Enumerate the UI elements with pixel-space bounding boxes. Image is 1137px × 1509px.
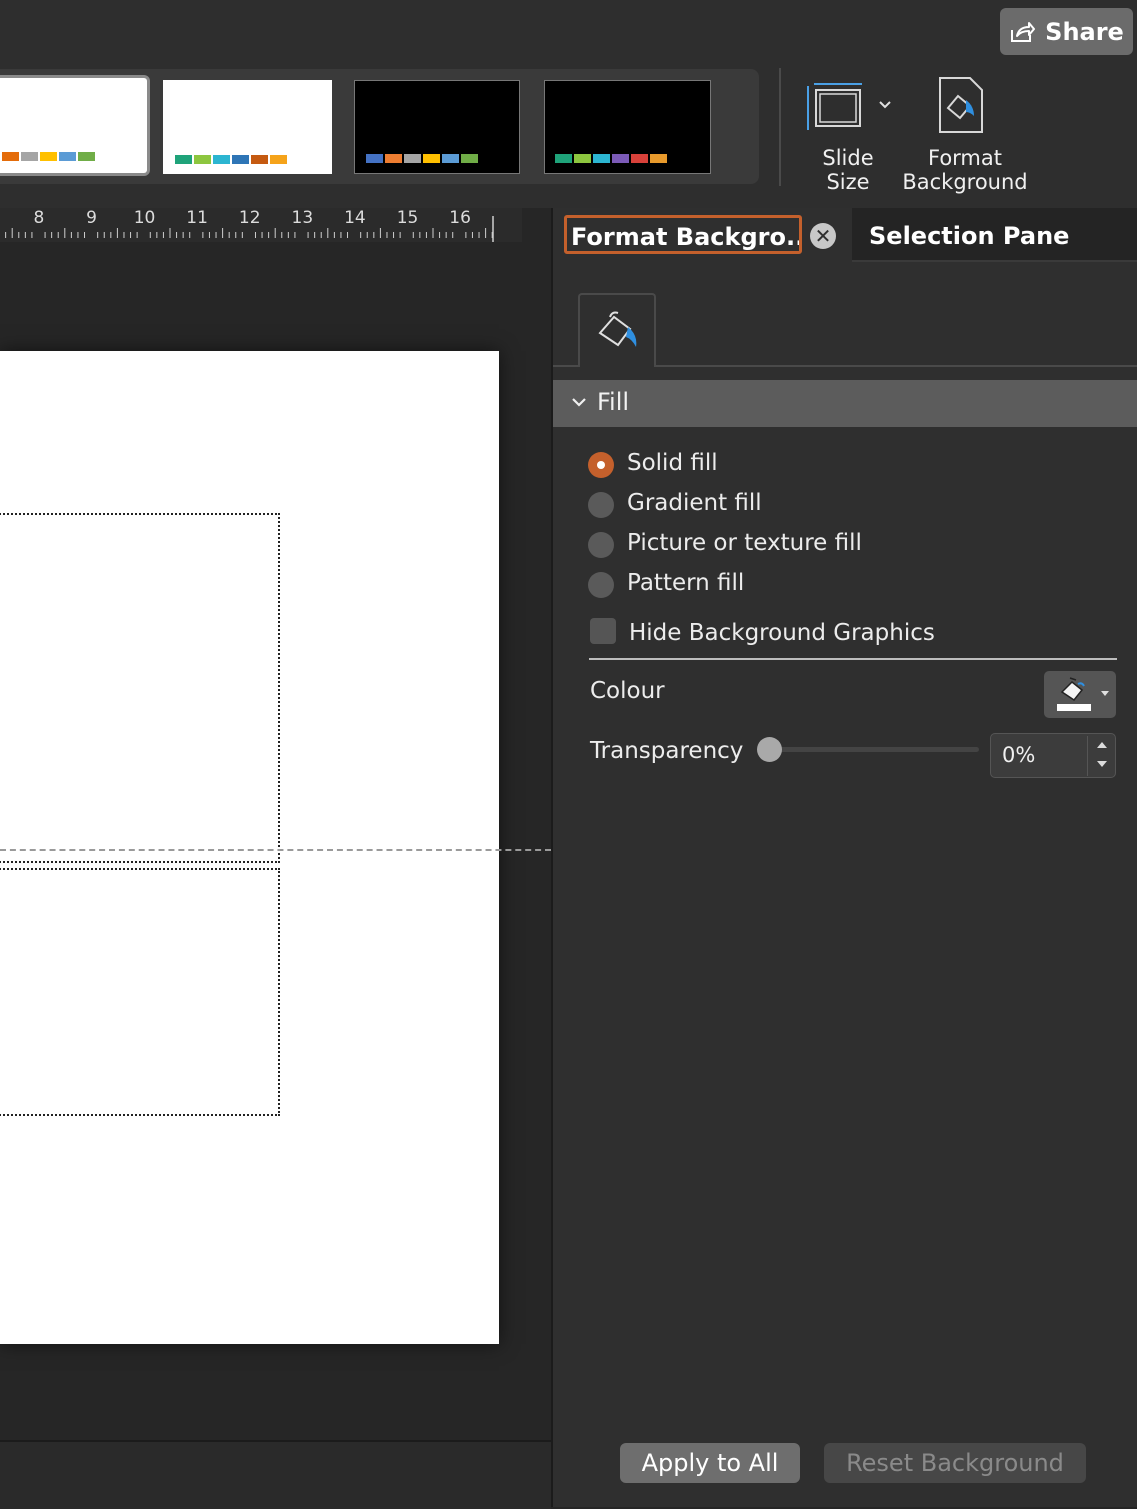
ruler-number: 13 (291, 208, 314, 228)
theme-color-swatch (574, 154, 591, 163)
subtitle-placeholder[interactable] (0, 868, 280, 1116)
format-background-label-line2: Background (902, 170, 1028, 194)
fill-section-title: Fill (597, 388, 630, 416)
theme-color-swatch (59, 152, 76, 161)
stepper-down-icon[interactable] (1096, 760, 1108, 769)
solid-fill-label: Solid fill (627, 450, 718, 476)
theme-color-swatch (650, 154, 667, 163)
theme-color-swatch (2, 152, 19, 161)
title-placeholder[interactable] (0, 513, 280, 863)
theme-color-swatch (194, 155, 211, 164)
hide-background-graphics-label: Hide Background Graphics (629, 620, 935, 646)
gradient-fill-label: Gradient fill (627, 490, 762, 516)
tab-selection-pane[interactable]: Selection Pane (852, 208, 1137, 262)
ruler-number: 14 (344, 208, 366, 228)
share-label: Share (1045, 17, 1124, 46)
apply-to-all-button[interactable]: Apply to All (620, 1443, 800, 1483)
theme-color-swatch (232, 155, 249, 164)
transparency-slider-handle[interactable] (757, 737, 782, 762)
radio-pattern-fill[interactable] (588, 572, 614, 598)
chevron-down-icon (572, 398, 586, 407)
reset-background-button[interactable]: Reset Background (824, 1443, 1086, 1483)
ruler-number: 9 (86, 208, 97, 228)
format-background-icon (939, 77, 983, 133)
theme-thumbnail-2[interactable] (163, 80, 332, 174)
theme-color-swatch (404, 154, 421, 163)
theme-color-swatch (40, 152, 57, 161)
slide-size-icon (807, 83, 862, 130)
section-divider (589, 658, 1117, 660)
paint-bucket-icon (1057, 677, 1091, 711)
canvas-bottom-bar (0, 1440, 551, 1509)
chevron-down-icon (1101, 691, 1109, 696)
format-background-button[interactable]: Format Background (900, 76, 1030, 196)
slide-size-label-line1: Slide (822, 146, 874, 170)
theme-color-swatch (78, 152, 95, 161)
ruler-number: 15 (396, 208, 419, 228)
chevron-down-icon (879, 101, 891, 109)
close-icon[interactable]: ✕ (810, 223, 836, 249)
share-button[interactable]: Share (1000, 8, 1133, 55)
theme-thumbnail-3[interactable] (354, 80, 520, 174)
picture-texture-fill-label: Picture or texture fill (627, 530, 862, 556)
theme-color-swatch (251, 155, 268, 164)
ruler-number: 8 (33, 208, 45, 228)
theme-color-swatch (213, 155, 230, 164)
colour-picker-button[interactable] (1044, 671, 1116, 718)
pattern-fill-label: Pattern fill (627, 570, 745, 596)
theme-color-swatch (593, 154, 610, 163)
hide-background-graphics-checkbox[interactable] (590, 618, 616, 644)
theme-thumbnail-1[interactable] (0, 75, 150, 176)
ribbon-separator (779, 68, 781, 186)
theme-color-swatch (612, 154, 629, 163)
radio-gradient-fill[interactable] (588, 492, 614, 518)
share-icon (1011, 21, 1036, 42)
format-background-label-line1: Format (927, 146, 1002, 170)
theme-color-swatch (270, 155, 287, 164)
paint-bucket-icon (598, 311, 637, 347)
theme-color-swatch (423, 154, 440, 163)
stepper-up-icon[interactable] (1096, 740, 1108, 749)
transparency-stepper[interactable]: 0% (990, 733, 1116, 778)
transparency-value: 0% (1002, 743, 1036, 767)
fill-section-header[interactable]: Fill (553, 380, 1137, 427)
colour-label: Colour (590, 678, 665, 704)
theme-color-swatch (442, 154, 459, 163)
horizontal-ruler: 8 9 10 11 12 13 14 15 16 (0, 208, 522, 242)
center-guide-line (0, 849, 551, 851)
theme-color-swatch (366, 154, 383, 163)
transparency-slider-track[interactable] (769, 747, 979, 752)
stepper-divider (1087, 736, 1088, 776)
theme-color-swatch (631, 154, 648, 163)
theme-color-swatch (21, 152, 38, 161)
theme-color-swatch (175, 155, 192, 164)
ruler-number: 11 (186, 208, 208, 228)
radio-solid-fill[interactable] (588, 452, 614, 478)
ruler-number: 10 (133, 208, 156, 228)
slide[interactable] (0, 351, 499, 1344)
fill-category-tab[interactable] (578, 293, 656, 367)
theme-color-swatch (461, 154, 478, 163)
slide-size-label-line2: Size (826, 170, 870, 194)
slide-size-button[interactable]: Slide Size (800, 76, 898, 196)
theme-thumbnail-4[interactable] (544, 80, 711, 174)
theme-color-swatch (385, 154, 402, 163)
radio-picture-texture-fill[interactable] (588, 532, 614, 558)
ruler-ticks (5, 216, 494, 242)
ruler-number: 12 (238, 208, 261, 228)
theme-color-swatch (555, 154, 572, 163)
tab-format-background[interactable]: Format Backgro... (564, 215, 802, 254)
transparency-label: Transparency (590, 738, 744, 764)
ruler-number: 16 (449, 208, 471, 228)
